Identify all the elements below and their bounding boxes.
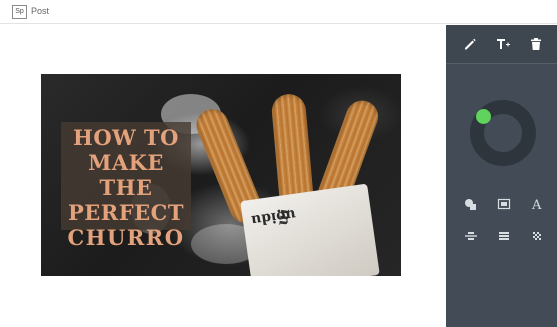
trash-icon[interactable]	[529, 37, 543, 51]
panel-toolbar	[446, 25, 557, 64]
layout-icon[interactable]	[496, 228, 512, 244]
svg-text:A: A	[531, 198, 542, 212]
text-style-icon[interactable]: A	[529, 196, 545, 212]
image-icon[interactable]	[496, 196, 512, 212]
headline-line: HOW TO	[73, 125, 179, 150]
shapes-icon[interactable]	[463, 196, 479, 212]
post-design[interactable]: ui uoidu HOW TO MAKE THE PERFECT CHURRO	[41, 74, 401, 276]
headline-line: CHURRO	[67, 225, 185, 250]
headline-line: MAKE THE	[88, 150, 164, 200]
properties-panel: A	[446, 25, 557, 327]
document-title[interactable]: Post	[31, 5, 49, 18]
texture-icon[interactable]	[529, 228, 545, 244]
edit-icon[interactable]	[463, 37, 477, 51]
app-logo[interactable]: Sp	[12, 5, 27, 19]
panel-body: A	[446, 64, 557, 327]
headline-line: PERFECT	[67, 200, 184, 225]
align-icon[interactable]	[463, 228, 479, 244]
add-text-icon[interactable]	[496, 37, 510, 51]
newspaper-wrap	[240, 183, 380, 276]
top-bar: Sp Post	[0, 0, 557, 24]
headline-box[interactable]: HOW TO MAKE THE PERFECT CHURRO	[61, 122, 191, 250]
dial-handle[interactable]	[476, 109, 491, 124]
design-canvas: ui uoidu HOW TO MAKE THE PERFECT CHURRO	[0, 25, 446, 327]
headline-text[interactable]: HOW TO MAKE THE PERFECT CHURRO	[61, 125, 191, 250]
